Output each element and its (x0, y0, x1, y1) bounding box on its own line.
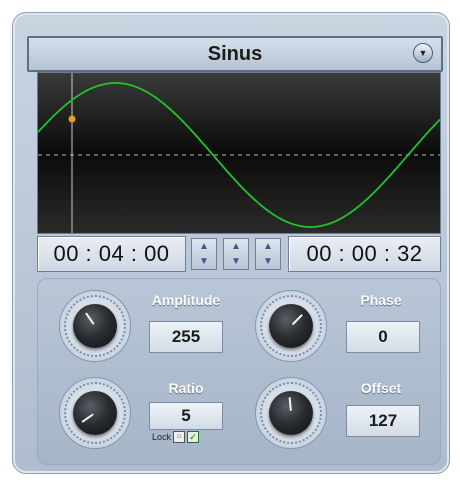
ratio-value-text: 5 (181, 406, 191, 425)
time-right-field[interactable]: 00 : 00 : 32 (288, 236, 441, 272)
lock-checkbox[interactable]: ✓ (187, 431, 200, 443)
waveform-title: Sinus (207, 42, 263, 65)
ratio-knob[interactable] (73, 391, 117, 435)
offset-label: Offset (360, 380, 402, 396)
offset-value-text: 127 (368, 411, 398, 430)
offset-knob[interactable] (269, 391, 313, 435)
amplitude-value-text: 255 (171, 327, 201, 346)
knob-indicator (81, 413, 94, 423)
up-arrow-icon[interactable]: ▲ (263, 241, 273, 252)
time-left-field[interactable]: 00 : 04 : 00 (37, 236, 186, 272)
amplitude-knob-ring (59, 290, 131, 362)
stepper-1[interactable]: ▲ ▼ (191, 238, 217, 270)
ratio-knob-ring (59, 377, 131, 449)
phase-knob[interactable] (269, 304, 313, 348)
knob-indicator (85, 312, 95, 325)
waveform-plot (38, 73, 440, 233)
amplitude-value[interactable]: 255 (149, 321, 223, 353)
waveform-display (37, 72, 441, 234)
amplitude-knob[interactable] (73, 304, 117, 348)
phase-value[interactable]: 0 (346, 321, 420, 353)
ratio-label: Ratio (168, 380, 204, 396)
ratio-value[interactable]: 5 (149, 402, 223, 430)
time-left-value: 00 : 04 : 00 (53, 241, 170, 266)
down-arrow-icon[interactable]: ▼ (199, 256, 209, 267)
down-arrow-icon[interactable]: ▼ (231, 256, 241, 267)
stepper-2[interactable]: ▲ ▼ (223, 238, 249, 270)
offset-knob-ring (255, 377, 327, 449)
knob-indicator (288, 396, 292, 412)
phase-label: Phase (360, 292, 402, 308)
down-arrow-icon[interactable]: ▼ (263, 256, 273, 267)
knob-indicator (291, 313, 304, 326)
lock-icon: ⌂ (173, 431, 186, 443)
phase-knob-ring (255, 290, 327, 362)
lock-row: Lock ⌂ ✓ (152, 431, 200, 443)
amplitude-label: Amplitude (151, 292, 221, 308)
display-background (38, 73, 440, 233)
time-right-value: 00 : 00 : 32 (306, 241, 423, 266)
up-arrow-icon[interactable]: ▲ (231, 241, 241, 252)
up-arrow-icon[interactable]: ▲ (199, 241, 209, 252)
lock-label: Lock (152, 432, 172, 442)
waveform-selector[interactable]: Sinus ▼ (27, 36, 443, 72)
cursor-marker[interactable] (68, 115, 76, 123)
chevron-down-icon[interactable]: ▼ (413, 43, 433, 63)
phase-value-text: 0 (378, 327, 388, 346)
stepper-3[interactable]: ▲ ▼ (255, 238, 281, 270)
offset-value[interactable]: 127 (346, 405, 420, 437)
